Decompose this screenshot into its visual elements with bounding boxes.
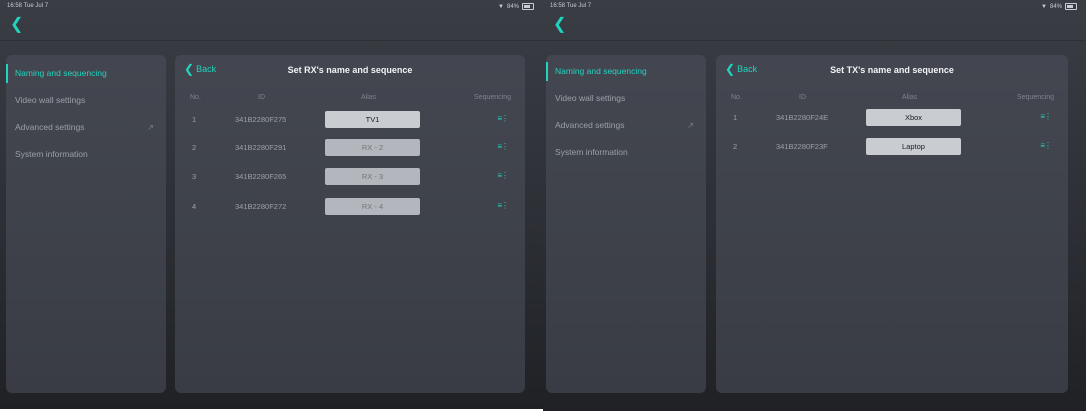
table-row: 4 341B2280F272 ≡⋮ (175, 198, 525, 216)
sidebar-item-label: Naming and sequencing (15, 68, 107, 78)
battery-level: 84% (506, 3, 519, 10)
row-number: 4 (192, 202, 197, 211)
battery-indicator: ▼ 84% (498, 3, 534, 10)
alias-input[interactable] (325, 198, 420, 215)
row-device-id: 341B2280F275 (235, 115, 287, 124)
drag-handle-icon[interactable]: ≡⋮ (1040, 112, 1052, 121)
alias-input[interactable] (325, 139, 420, 156)
panel-header: ❮ Back Set RX's name and sequence (175, 55, 525, 85)
sidebar-item-system-info[interactable]: System information (6, 141, 166, 168)
sidebar-item-video-wall[interactable]: Video wall settings (546, 85, 706, 112)
status-bar: 16:58 Tue Jul 7 ▼ 84% (543, 0, 1086, 13)
sidebar-item-naming[interactable]: Naming and sequencing (546, 58, 706, 85)
row-device-id: 341B2280F23F (776, 142, 828, 151)
panel-title: Set RX's name and sequence (287, 65, 413, 75)
column-header-id: ID (799, 94, 806, 101)
column-header-no: No. (731, 94, 742, 101)
panel-title: Set TX's name and sequence (830, 65, 954, 75)
nav-divider (543, 40, 1086, 41)
table-row: 1 341B2280F24E ≡⋮ (716, 109, 1068, 127)
alias-input[interactable] (866, 138, 961, 155)
battery-icon (1065, 3, 1077, 10)
row-device-id: 341B2280F272 (235, 202, 287, 211)
panel-header: ❮ Back Set TX's name and sequence (716, 55, 1068, 85)
battery-indicator: ▼ 84% (1041, 3, 1077, 10)
settings-sidebar: Naming and sequencing Video wall setting… (6, 55, 166, 393)
column-header-no: No. (190, 94, 201, 101)
drag-handle-icon[interactable]: ≡⋮ (497, 142, 509, 151)
table-row: 2 341B2280F23F ≡⋮ (716, 138, 1068, 156)
sidebar-item-advanced[interactable]: Advanced settings ↗ (6, 114, 166, 141)
screen-rx: 16:58 Tue Jul 7 ▼ 84% ❮ Naming and seque… (0, 0, 543, 409)
wifi-icon: ▼ (498, 3, 504, 10)
sidebar-item-label: Video wall settings (15, 95, 86, 105)
sidebar-item-label: Advanced settings (555, 120, 625, 130)
alias-input[interactable] (325, 111, 420, 128)
status-time: 16:58 Tue Jul 7 (7, 3, 49, 9)
sidebar-item-label: Advanced settings (15, 122, 85, 132)
row-number: 1 (733, 113, 738, 122)
settings-sidebar: Naming and sequencing Video wall setting… (546, 55, 706, 393)
row-number: 2 (192, 143, 197, 152)
sidebar-item-label: Video wall settings (555, 93, 626, 103)
alias-input[interactable] (866, 109, 961, 126)
battery-icon (522, 3, 534, 10)
drag-handle-icon[interactable]: ≡⋮ (497, 114, 509, 123)
status-time: 16:58 Tue Jul 7 (550, 3, 592, 9)
row-device-id: 341B2280F265 (235, 172, 287, 181)
column-header-id: ID (258, 94, 265, 101)
row-device-id: 341B2280F291 (235, 143, 287, 152)
alias-input[interactable] (325, 168, 420, 185)
column-header-sequencing: Sequencing (1017, 94, 1054, 101)
sidebar-item-label: Naming and sequencing (555, 66, 647, 76)
stage: 16:58 Tue Jul 7 ▼ 84% ❮ Naming and seque… (0, 0, 1086, 411)
sidebar-item-naming[interactable]: Naming and sequencing (6, 60, 166, 87)
external-link-icon: ↗ (147, 123, 154, 132)
drag-handle-icon[interactable]: ≡⋮ (497, 201, 509, 210)
wifi-icon: ▼ (1041, 3, 1047, 10)
nav-divider (0, 40, 543, 41)
table-row: 3 341B2280F265 ≡⋮ (175, 168, 525, 186)
external-link-icon: ↗ (687, 121, 694, 130)
naming-panel-rx: ❮ Back Set RX's name and sequence No. ID… (175, 55, 525, 393)
sidebar-item-label: System information (555, 147, 628, 157)
sidebar-item-label: System information (15, 149, 88, 159)
table-row: 2 341B2280F291 ≡⋮ (175, 139, 525, 157)
row-device-id: 341B2280F24E (776, 113, 829, 122)
column-header-alias: Alias (361, 94, 377, 101)
row-number: 1 (192, 115, 197, 124)
naming-panel-tx: ❮ Back Set TX's name and sequence No. ID… (716, 55, 1068, 393)
sidebar-item-advanced[interactable]: Advanced settings ↗ (546, 112, 706, 139)
drag-handle-icon[interactable]: ≡⋮ (1040, 141, 1052, 150)
nav-back-chevron-left-icon[interactable]: ❮ (553, 17, 566, 33)
battery-level: 84% (1049, 3, 1062, 10)
sidebar-item-video-wall[interactable]: Video wall settings (6, 87, 166, 114)
drag-handle-icon[interactable]: ≡⋮ (497, 171, 509, 180)
column-header-sequencing: Sequencing (474, 94, 511, 101)
nav-back-chevron-left-icon[interactable]: ❮ (10, 17, 23, 33)
sidebar-item-system-info[interactable]: System information (546, 139, 706, 166)
table-row: 1 341B2280F275 ≡⋮ (175, 111, 525, 129)
status-bar: 16:58 Tue Jul 7 ▼ 84% (0, 0, 543, 13)
screen-tx: 16:58 Tue Jul 7 ▼ 84% ❮ Naming and seque… (543, 0, 1086, 411)
column-header-alias: Alias (902, 94, 918, 101)
row-number: 2 (733, 142, 738, 151)
row-number: 3 (192, 172, 197, 181)
